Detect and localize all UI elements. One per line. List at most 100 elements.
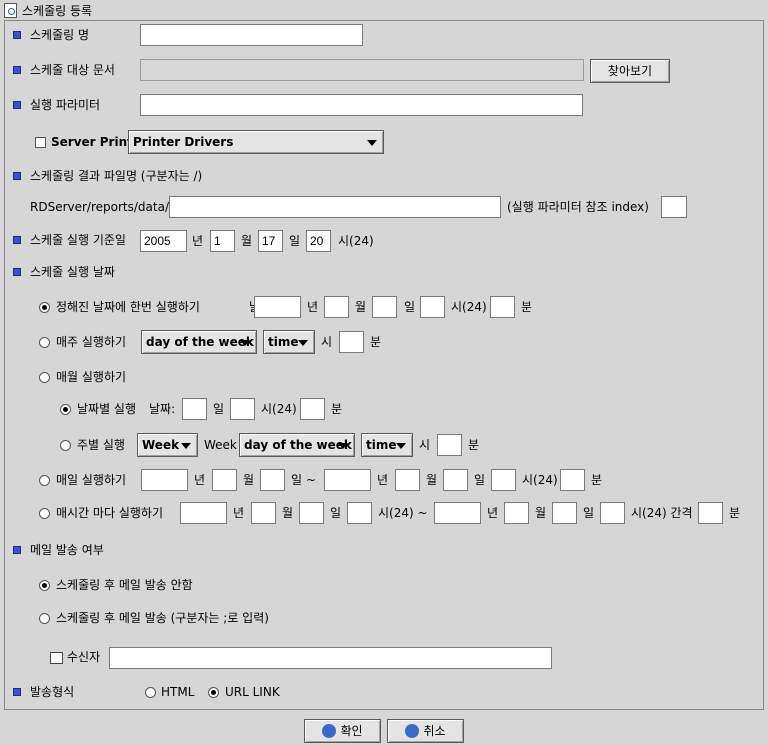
bullet-icon	[13, 31, 21, 39]
format-html-label: HTML	[161, 685, 195, 699]
by-week-time-select[interactable]: time	[361, 433, 413, 457]
by-week-week-value: Week	[142, 438, 180, 452]
once-year-input[interactable]	[254, 296, 301, 318]
unit-label: 일	[213, 402, 225, 416]
once-hour-input[interactable]	[420, 296, 445, 318]
base-year-input[interactable]	[140, 230, 187, 252]
once-minute-input[interactable]	[490, 296, 515, 318]
hourly-start-day-input[interactable]	[299, 502, 324, 524]
recipient-label: 수신자	[67, 650, 101, 664]
once-label: 정해진 날짜에 한번 실행하기	[56, 300, 200, 314]
monthly-radio[interactable]	[39, 372, 50, 383]
printer-drivers-select[interactable]: Printer Drivers	[128, 130, 384, 154]
weekly-radio[interactable]	[39, 337, 50, 348]
hourly-start-hour-input[interactable]	[347, 502, 372, 524]
hourly-start-month-input[interactable]	[251, 502, 276, 524]
weekly-dow-select[interactable]: day of the week	[141, 330, 257, 354]
hourly-end-day-input[interactable]	[552, 502, 577, 524]
daily-label: 매일 실행하기	[56, 473, 127, 487]
by-week-dow-select[interactable]: day of the week	[239, 433, 355, 457]
unit-label: 일	[583, 506, 595, 520]
window-title: 스케줄링 등록	[22, 4, 93, 18]
unit-label: 시	[321, 335, 333, 349]
cancel-button[interactable]: 취소	[387, 719, 464, 743]
daily-end-month-input[interactable]	[395, 469, 420, 491]
by-date-day-input[interactable]	[182, 398, 207, 420]
daily-end-day-input[interactable]	[443, 469, 468, 491]
unit-label: 시(24) ~	[378, 506, 428, 520]
daily-start-month-input[interactable]	[212, 469, 237, 491]
day-unit: 일	[289, 234, 301, 248]
result-file-label: 스케줄링 결과 파일명 (구분자는 /)	[30, 169, 203, 183]
schedule-name-input[interactable]	[140, 24, 363, 46]
mail-no-send-radio[interactable]	[39, 580, 50, 591]
format-url-radio[interactable]	[208, 687, 219, 698]
unit-label: 시(24)	[261, 402, 297, 416]
weekly-time-select[interactable]: time	[263, 330, 315, 354]
by-date-date-label: 날짜:	[149, 402, 176, 416]
base-day-input[interactable]	[258, 230, 283, 252]
daily-end-year-input[interactable]	[324, 469, 371, 491]
by-week-minute-input[interactable]	[437, 434, 462, 456]
once-radio[interactable]	[39, 302, 50, 313]
by-date-minute-input[interactable]	[300, 398, 325, 420]
daily-start-day-input[interactable]	[260, 469, 285, 491]
bullet-icon	[13, 268, 21, 276]
result-path-prefix: RDServer/reports/data/	[30, 200, 169, 214]
chevron-down-icon	[367, 140, 377, 146]
mail-send-radio[interactable]	[39, 613, 50, 624]
by-week-radio[interactable]	[60, 440, 71, 451]
hour-unit: 시(24)	[338, 234, 374, 248]
daily-radio[interactable]	[39, 475, 50, 486]
exec-date-label: 스케줄 실행 날짜	[30, 265, 115, 279]
unit-label: 년	[233, 506, 245, 520]
hourly-end-year-input[interactable]	[434, 502, 481, 524]
unit-label: 일	[404, 300, 416, 314]
once-month-input[interactable]	[324, 296, 349, 318]
printer-drivers-value: Printer Drivers	[133, 135, 234, 149]
by-date-radio[interactable]	[60, 404, 71, 415]
hourly-minute-input[interactable]	[698, 502, 723, 524]
chevron-down-icon	[181, 443, 191, 449]
bullet-icon	[13, 172, 21, 180]
browse-button[interactable]: 찾아보기	[590, 59, 670, 83]
weekly-time-value: time	[268, 335, 299, 349]
unit-label: 일	[330, 506, 342, 520]
weekly-minute-input[interactable]	[339, 331, 364, 353]
daily-hour-input[interactable]	[491, 469, 516, 491]
hourly-end-month-input[interactable]	[504, 502, 529, 524]
by-date-label: 날짜별 실행	[77, 402, 137, 416]
unit-label: 분	[591, 473, 603, 487]
base-hour-input[interactable]	[306, 230, 331, 252]
bullet-icon	[13, 236, 21, 244]
hourly-interval-input[interactable]	[600, 502, 625, 524]
recipient-input[interactable]	[109, 647, 552, 669]
target-doc-input[interactable]	[140, 59, 584, 81]
target-doc-label: 스케줄 대상 문서	[30, 63, 115, 77]
hourly-radio[interactable]	[39, 508, 50, 519]
daily-start-year-input[interactable]	[141, 469, 188, 491]
by-week-week-select[interactable]: Week	[137, 433, 198, 457]
address-book-icon[interactable]	[50, 652, 63, 664]
mail-label: 메일 발송 여부	[30, 543, 104, 557]
daily-minute-input[interactable]	[560, 469, 585, 491]
unit-label: 년	[487, 506, 499, 520]
hourly-start-year-input[interactable]	[180, 502, 227, 524]
base-month-input[interactable]	[210, 230, 235, 252]
result-file-input[interactable]	[169, 196, 501, 218]
unit-label: 일	[474, 473, 486, 487]
chevron-down-icon	[240, 340, 250, 346]
monthly-label: 매월 실행하기	[56, 370, 127, 384]
schedule-name-label: 스케줄링 명	[30, 28, 90, 42]
ok-button[interactable]: 확인	[304, 719, 381, 743]
server-print-label: Server Print	[51, 135, 133, 149]
once-day-input[interactable]	[372, 296, 397, 318]
unit-label: 월	[535, 506, 547, 520]
unit-label: 월	[243, 473, 255, 487]
format-html-radio[interactable]	[145, 687, 156, 698]
by-date-hour-input[interactable]	[230, 398, 255, 420]
cancel-button-label: 취소	[423, 724, 446, 738]
server-print-checkbox[interactable]	[35, 137, 46, 148]
exec-param-input[interactable]	[140, 94, 583, 116]
param-index-input[interactable]	[661, 196, 687, 218]
